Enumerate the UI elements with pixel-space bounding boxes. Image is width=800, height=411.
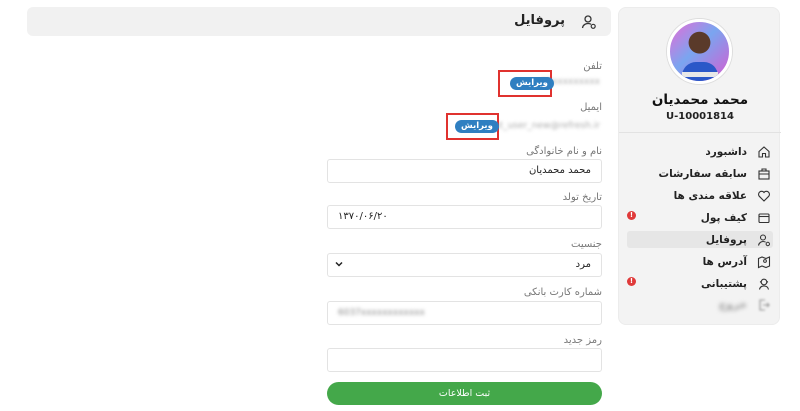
orders-icon xyxy=(758,167,770,180)
sidebar-item-orders[interactable]: سابقه سفارشات xyxy=(627,165,773,182)
sidebar-item-label: علاقه مندی ها xyxy=(673,189,747,202)
sidebar-item-favorites[interactable]: علاقه مندی ها xyxy=(627,187,773,204)
bank-card-label: شماره کارت بانکی xyxy=(523,287,602,298)
user-gear-icon xyxy=(581,15,596,29)
sidebar-item-support[interactable]: ! پشتیبانی xyxy=(627,275,773,292)
avatar xyxy=(667,19,732,84)
logout-icon xyxy=(759,298,770,311)
sidebar-item-logout[interactable]: خروج xyxy=(627,296,773,313)
sidebar-item-wallet[interactable]: ! کیف پول xyxy=(627,209,773,226)
birth-date-label: تاریخ تولد xyxy=(562,192,602,203)
sidebar-item-label: خروج xyxy=(718,298,747,311)
page-title: پروفایل xyxy=(514,13,565,28)
sidebar-item-profile[interactable]: پروفایل xyxy=(627,231,773,248)
bank-card-value: 6037xxxxxxxxxxxx xyxy=(338,308,425,318)
sidebar-item-dashboard[interactable]: داشبورد xyxy=(627,143,773,160)
gender-value: مرد xyxy=(575,259,591,270)
user-name: محمد محمدیان xyxy=(651,92,749,108)
heart-icon xyxy=(758,190,770,202)
email-edit-button[interactable]: ویرایش xyxy=(455,120,499,133)
submit-button[interactable]: ثبت اطلاعات xyxy=(327,382,602,405)
page-header: پروفایل xyxy=(27,7,611,36)
sidebar: محمد محمدیان U-10001814 داشبورد سابقه سف… xyxy=(618,7,781,325)
phone-label: تلفن xyxy=(583,61,602,72)
phone-edit-button[interactable]: ویرایش xyxy=(510,77,554,90)
gender-label: جنسیت xyxy=(571,239,602,250)
sidebar-item-label: کیف پول xyxy=(700,211,747,224)
sidebar-item-label: داشبورد xyxy=(705,145,747,158)
sidebar-item-label: پروفایل xyxy=(705,233,747,246)
new-password-label: رمز جدید xyxy=(563,335,602,346)
sidebar-item-label: پشتیبانی xyxy=(701,277,747,290)
email-label: ایمیل xyxy=(580,102,602,113)
sidebar-item-addresses[interactable]: آدرس ها xyxy=(627,253,773,270)
home-icon xyxy=(758,145,770,158)
birth-date-field[interactable]: ۱۳۷۰/۰۶/۲۰ xyxy=(327,205,602,229)
full-name-field[interactable]: محمد محمدیان xyxy=(327,159,602,183)
divider xyxy=(619,132,781,133)
wallet-badge: ! xyxy=(627,211,636,220)
chevron-down-icon xyxy=(335,261,343,267)
user-code: U-10001814 xyxy=(666,111,734,122)
full-name-label: نام و نام خانوادگی xyxy=(526,146,602,157)
wallet-icon xyxy=(758,212,770,223)
email-value: test_user_new@refresh.ir xyxy=(485,121,600,131)
support-icon xyxy=(758,278,770,290)
map-icon xyxy=(757,255,771,268)
support-badge: ! xyxy=(627,277,636,286)
gender-select[interactable]: مرد xyxy=(327,253,602,277)
full-name-value: محمد محمدیان xyxy=(528,165,591,176)
birth-date-value: ۱۳۷۰/۰۶/۲۰ xyxy=(338,211,388,222)
user-gear-icon xyxy=(757,233,771,246)
new-password-field[interactable] xyxy=(327,348,602,372)
bank-card-field[interactable]: 6037xxxxxxxxxxxx xyxy=(327,301,602,325)
sidebar-item-label: آدرس ها xyxy=(702,255,747,268)
sidebar-item-label: سابقه سفارشات xyxy=(658,167,747,180)
